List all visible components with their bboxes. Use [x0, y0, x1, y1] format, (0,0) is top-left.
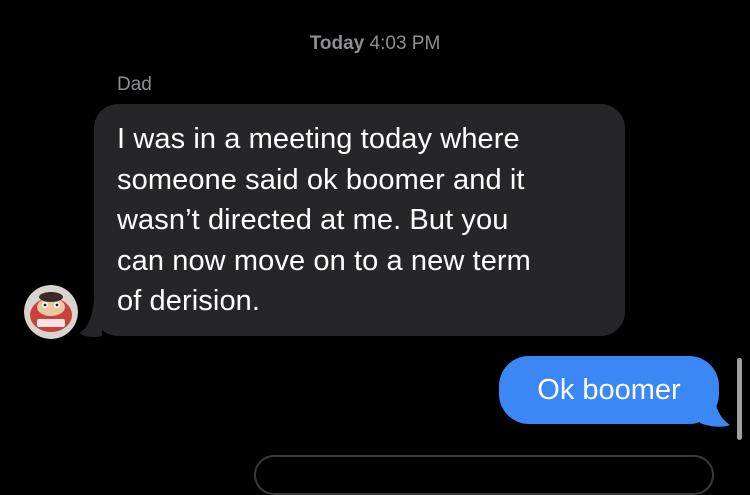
sender-name: Dad — [117, 74, 152, 95]
contact-photo-icon — [24, 285, 78, 339]
scrollbar[interactable] — [737, 358, 742, 440]
message-line: someone said ok boomer and it — [117, 163, 525, 196]
incoming-message-bubble[interactable]: I was in a meeting today where someone s… — [94, 104, 625, 336]
message-input-field[interactable] — [254, 455, 714, 495]
outgoing-bubble-tail — [700, 392, 730, 427]
timestamp: Today 4:03 PM — [0, 33, 750, 55]
message-line: of derision. — [117, 285, 261, 317]
avatar[interactable] — [24, 285, 78, 339]
message-line: I was in a meeting today where — [117, 123, 520, 155]
outgoing-message-text: Ok boomer — [537, 374, 681, 406]
outgoing-message-bubble[interactable]: Ok boomer — [499, 356, 719, 424]
timestamp-day: Today — [309, 33, 365, 54]
message-line: can now move on to a new term — [117, 244, 531, 277]
message-line: wasn’t directed at me. But you — [117, 204, 509, 236]
timestamp-time: 4:03 PM — [369, 33, 441, 54]
